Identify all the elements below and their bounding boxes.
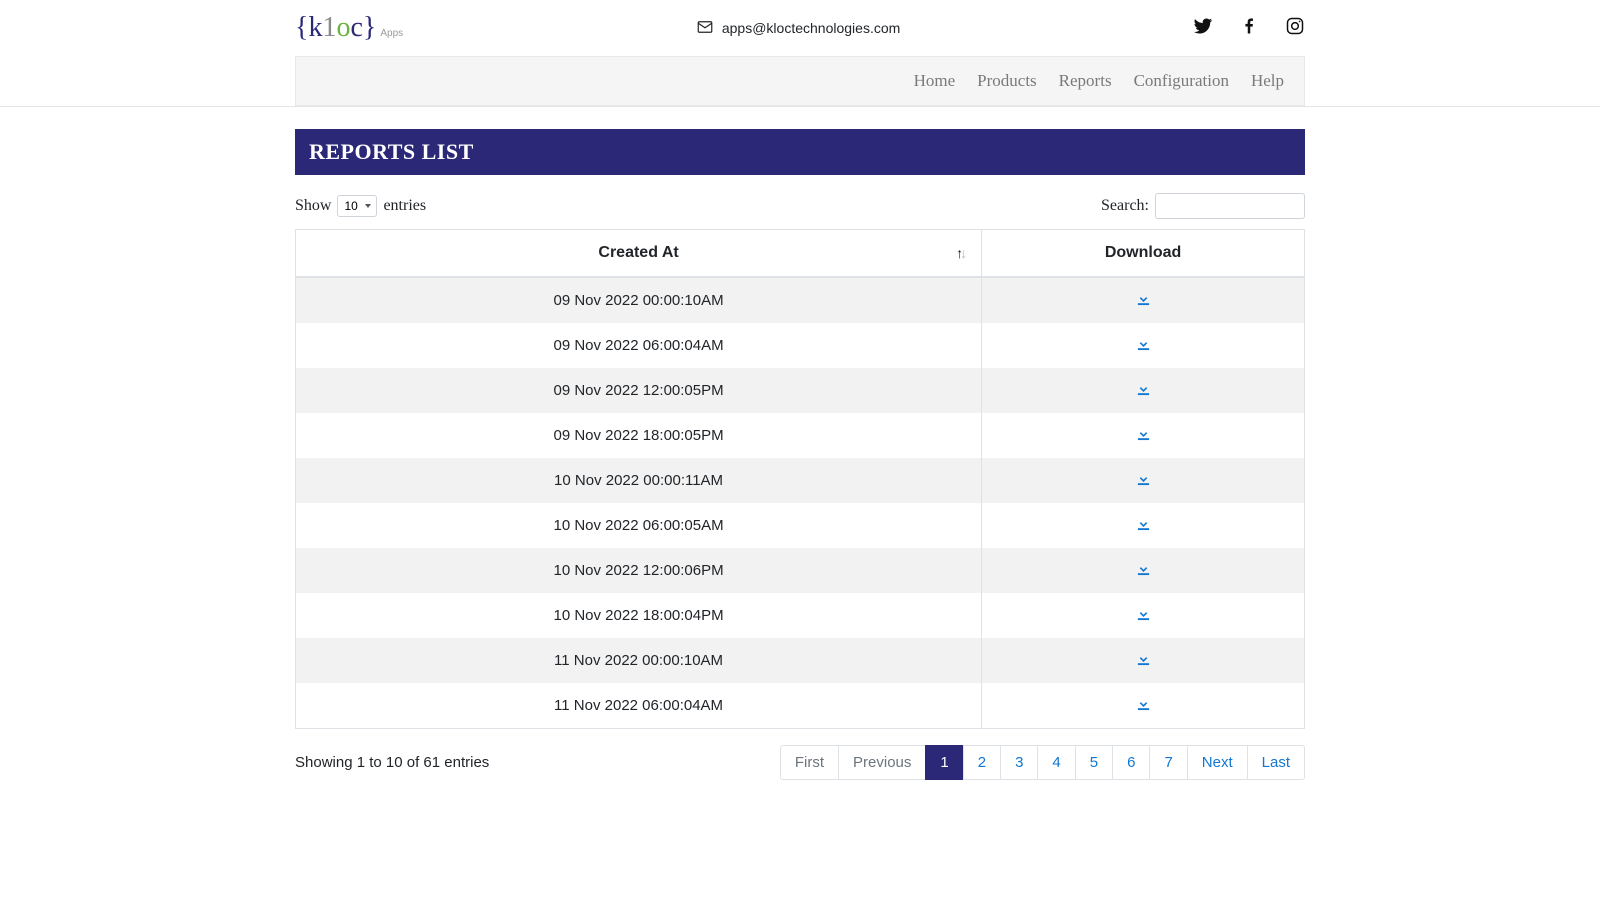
instagram-icon[interactable] [1285, 16, 1305, 41]
cell-created-at: 09 Nov 2022 12:00:05PM [296, 368, 982, 413]
show-entries: Show 10 entries [295, 195, 426, 217]
page-next[interactable]: Next [1187, 745, 1248, 780]
page-title: REPORTS LIST [295, 129, 1305, 175]
cell-created-at: 10 Nov 2022 18:00:04PM [296, 593, 982, 638]
table-row: 10 Nov 2022 06:00:05AM [296, 503, 1305, 548]
facebook-icon[interactable] [1239, 16, 1259, 41]
page-7[interactable]: 7 [1149, 745, 1187, 780]
twitter-icon[interactable] [1193, 16, 1213, 41]
logo-brace-close: } [363, 12, 376, 43]
logo-brace-open: { [295, 12, 308, 43]
download-icon[interactable] [1136, 696, 1151, 711]
table-row: 09 Nov 2022 06:00:04AM [296, 323, 1305, 368]
cell-created-at: 11 Nov 2022 00:00:10AM [296, 638, 982, 683]
download-icon[interactable] [1136, 426, 1151, 441]
email-text: apps@kloctechnologies.com [722, 20, 900, 36]
col-created-at[interactable]: Created At ↑↓ [296, 230, 982, 278]
logo[interactable]: {k1oc} Apps [295, 12, 403, 44]
nav-bar: Home Products Reports Configuration Help [295, 56, 1305, 106]
cell-created-at: 10 Nov 2022 00:00:11AM [296, 458, 982, 503]
download-icon[interactable] [1136, 606, 1151, 621]
logo-o: o [336, 12, 350, 43]
reports-table: Created At ↑↓ Download 09 Nov 2022 00:00… [295, 229, 1305, 729]
col-download-label: Download [1105, 244, 1181, 261]
social-links [1193, 16, 1305, 41]
cell-download [982, 458, 1305, 503]
topbar: {k1oc} Apps apps@kloctechnologies.com [295, 0, 1305, 56]
cell-created-at: 11 Nov 2022 06:00:04AM [296, 683, 982, 729]
page-6[interactable]: 6 [1112, 745, 1150, 780]
table-row: 10 Nov 2022 18:00:04PM [296, 593, 1305, 638]
table-row: 09 Nov 2022 18:00:05PM [296, 413, 1305, 458]
cell-created-at: 09 Nov 2022 18:00:05PM [296, 413, 982, 458]
nav-reports[interactable]: Reports [1059, 71, 1112, 91]
cell-created-at: 10 Nov 2022 12:00:06PM [296, 548, 982, 593]
cell-download [982, 638, 1305, 683]
download-icon[interactable] [1136, 516, 1151, 531]
table-row: 10 Nov 2022 12:00:06PM [296, 548, 1305, 593]
page-4[interactable]: 4 [1037, 745, 1075, 780]
cell-download [982, 683, 1305, 729]
page-3[interactable]: 3 [1000, 745, 1038, 780]
page-previous[interactable]: Previous [838, 745, 926, 780]
cell-download [982, 503, 1305, 548]
pagination: First Previous 1234567 Next Last [781, 745, 1305, 780]
nav-configuration[interactable]: Configuration [1134, 71, 1229, 91]
search-block: Search: [1101, 193, 1305, 219]
search-input[interactable] [1155, 193, 1305, 219]
logo-subtext: Apps [380, 28, 403, 39]
nav-home[interactable]: Home [914, 71, 956, 91]
cell-created-at: 09 Nov 2022 06:00:04AM [296, 323, 982, 368]
cell-created-at: 10 Nov 2022 06:00:05AM [296, 503, 982, 548]
logo-one: 1 [322, 12, 336, 43]
download-icon[interactable] [1136, 471, 1151, 486]
page-size-select[interactable]: 10 [337, 195, 377, 217]
logo-k: k [308, 12, 322, 43]
cell-created-at: 09 Nov 2022 00:00:10AM [296, 277, 982, 323]
email-block[interactable]: apps@kloctechnologies.com [696, 18, 900, 39]
mail-icon [696, 18, 714, 39]
page-first[interactable]: First [780, 745, 839, 780]
cell-download [982, 323, 1305, 368]
col-created-at-label: Created At [598, 244, 678, 261]
page-1[interactable]: 1 [925, 745, 963, 780]
table-row: 11 Nov 2022 06:00:04AM [296, 683, 1305, 729]
table-controls: Show 10 entries Search: [295, 175, 1305, 229]
cell-download [982, 413, 1305, 458]
cell-download [982, 277, 1305, 323]
download-icon[interactable] [1136, 336, 1151, 351]
showing-text: Showing 1 to 10 of 61 entries [295, 754, 489, 771]
download-icon[interactable] [1136, 291, 1151, 306]
col-download: Download [982, 230, 1305, 278]
cell-download [982, 593, 1305, 638]
sort-icon: ↑↓ [956, 245, 967, 261]
table-row: 09 Nov 2022 00:00:10AM [296, 277, 1305, 323]
show-label-pre: Show [295, 197, 331, 215]
search-label: Search: [1101, 197, 1149, 215]
nav-products[interactable]: Products [977, 71, 1037, 91]
table-footer: Showing 1 to 10 of 61 entries First Prev… [295, 729, 1305, 810]
nav-help[interactable]: Help [1251, 71, 1284, 91]
table-row: 09 Nov 2022 12:00:05PM [296, 368, 1305, 413]
page-5[interactable]: 5 [1075, 745, 1113, 780]
page-2[interactable]: 2 [963, 745, 1001, 780]
show-label-post: entries [383, 197, 426, 215]
download-icon[interactable] [1136, 561, 1151, 576]
cell-download [982, 548, 1305, 593]
logo-c: c [350, 12, 362, 43]
page-last[interactable]: Last [1247, 745, 1305, 780]
table-row: 11 Nov 2022 00:00:10AM [296, 638, 1305, 683]
cell-download [982, 368, 1305, 413]
table-row: 10 Nov 2022 00:00:11AM [296, 458, 1305, 503]
download-icon[interactable] [1136, 651, 1151, 666]
download-icon[interactable] [1136, 381, 1151, 396]
